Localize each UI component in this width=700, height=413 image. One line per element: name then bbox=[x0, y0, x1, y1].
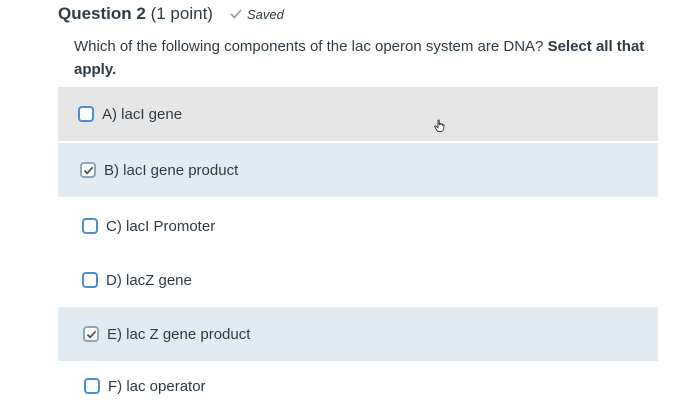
hand-pointer-icon bbox=[434, 119, 445, 132]
question-number: Question 2 bbox=[58, 4, 146, 23]
option-label: B) lacI gene product bbox=[104, 161, 239, 179]
option-a[interactable]: A) lacI gene bbox=[58, 87, 658, 141]
question-header: Question 2 (1 point) Saved bbox=[58, 4, 284, 24]
checkbox-e[interactable] bbox=[83, 326, 99, 342]
question-prompt: Which of the following components of the… bbox=[74, 35, 664, 81]
checkbox-f[interactable] bbox=[84, 378, 100, 394]
option-label: E) lac Z gene product bbox=[107, 325, 251, 343]
option-c[interactable]: C) lacI Promoter bbox=[58, 199, 658, 253]
option-d[interactable]: D) lacZ gene bbox=[58, 253, 658, 307]
saved-status: Saved bbox=[229, 7, 284, 22]
saved-label: Saved bbox=[246, 6, 284, 22]
question-points: (1 point) bbox=[150, 4, 213, 23]
checkbox-d[interactable] bbox=[82, 272, 98, 288]
prompt-text: Which of the following components of the… bbox=[74, 38, 544, 55]
option-e[interactable]: E) lac Z gene product bbox=[58, 307, 658, 361]
option-label: D) lacZ gene bbox=[106, 271, 192, 289]
option-label: A) lacI gene bbox=[102, 105, 183, 123]
option-label: F) lac operator bbox=[108, 377, 206, 395]
option-f[interactable]: F) lac operator bbox=[58, 359, 658, 413]
checkbox-b[interactable] bbox=[80, 162, 96, 178]
checkbox-c[interactable] bbox=[82, 218, 98, 234]
checkmark-icon bbox=[86, 330, 97, 339]
checkmark-icon bbox=[230, 9, 242, 19]
option-b[interactable]: B) lacI gene product bbox=[58, 143, 658, 197]
question-title: Question 2 (1 point) bbox=[58, 4, 213, 24]
checkbox-a[interactable] bbox=[78, 106, 94, 122]
checkmark-icon bbox=[83, 166, 94, 175]
option-label: C) lacI Promoter bbox=[106, 217, 216, 235]
